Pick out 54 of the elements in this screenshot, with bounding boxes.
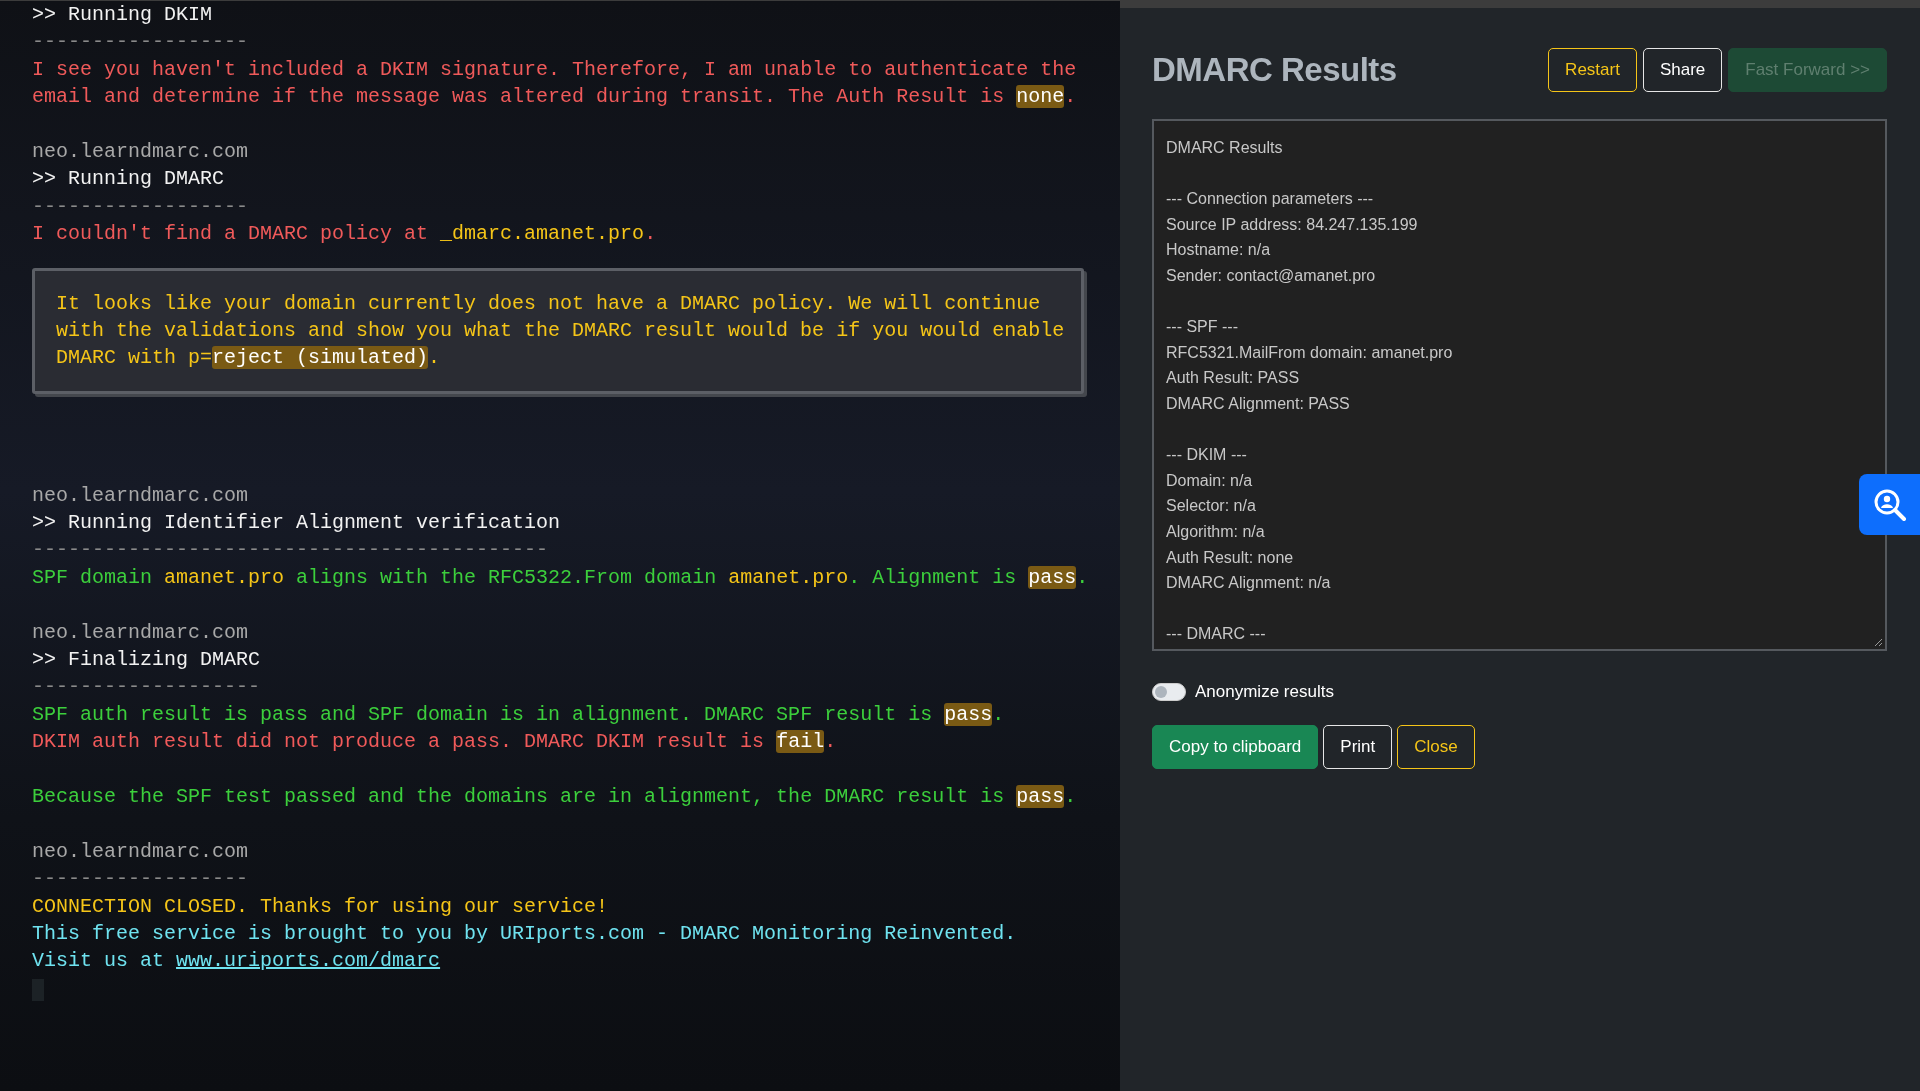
- textarea-line: --- SPF ---: [1166, 317, 1238, 338]
- terminal-line: neo.learndmarc.com: [32, 619, 249, 646]
- terminal-line: -------------------------------------------: [32, 537, 549, 564]
- terminal-line: SPF auth result is pass and SPF domain is in alignment. DMARC SPF result is pass.: [32, 701, 1005, 728]
- textarea-line: Hostname: n/a: [1166, 240, 1271, 261]
- textarea-line: DMARC Alignment: PASS: [1166, 393, 1350, 414]
- terminal-line: CONNECTION CLOSED. Thanks for using our service!: [32, 893, 609, 920]
- textarea-line: Selector: n/a: [1166, 496, 1256, 517]
- textarea-line: Algorithm: n/a: [1166, 521, 1265, 542]
- results-textarea[interactable]: [1152, 119, 1887, 651]
- terminal-line: I see you haven't included a DKIM signature. Therefore, I am unable to authenticate the: [32, 56, 1077, 83]
- terminal-line: >> Running DMARC: [32, 166, 225, 193]
- terminal-line: -------------------: [32, 674, 261, 701]
- terminal-line: This free service is brought to you by URIports.com - DMARC Monitoring Reinvented.: [32, 920, 1017, 947]
- resize-grip-icon[interactable]: [1874, 638, 1883, 647]
- terminal-line: neo.learndmarc.com: [32, 838, 249, 865]
- toggle-label: Anonymize results: [1195, 681, 1334, 703]
- terminal-line: neo.learndmarc.com: [32, 138, 249, 165]
- terminal-line: ------------------: [32, 29, 249, 56]
- terminal-line: with the validations and show you what the DMARC result would be if you would enable: [56, 317, 1065, 344]
- terminal-line: ------------------: [32, 193, 249, 220]
- action-button[interactable]: Print: [1323, 724, 1393, 769]
- terminal-line: It looks like your domain currently does not have a DMARC policy. We will continue: [56, 290, 1041, 317]
- textarea-line: --- DKIM ---: [1166, 445, 1247, 466]
- action-button[interactable]: Close: [1397, 724, 1475, 769]
- action-button[interactable]: Restart: [1548, 47, 1637, 92]
- terminal-line: I couldn't find a DMARC policy at _dmarc.amanet.pro.: [32, 221, 657, 248]
- textarea-line: Auth Result: PASS: [1166, 368, 1300, 389]
- textarea-line: Domain: n/a: [1166, 470, 1253, 491]
- search-person-icon: [1872, 487, 1907, 522]
- toggle-switch[interactable]: [1152, 682, 1186, 701]
- textarea-line: --- DMARC ---: [1166, 624, 1266, 645]
- terminal-line: >> Running DKIM: [32, 2, 213, 28]
- terminal-line: DKIM auth result did not produce a pass. DMARC DKIM result is fail.: [32, 729, 837, 756]
- search-person-button[interactable]: [1859, 474, 1920, 535]
- textarea-line: Auth Result: none: [1166, 547, 1294, 568]
- terminal-line: Because the SPF test passed and the domains are in alignment, the DMARC result is pass.: [32, 783, 1077, 810]
- textarea-line: DMARC Alignment: n/a: [1166, 573, 1331, 594]
- textarea-line: Source IP address: 84.247.135.199: [1166, 214, 1418, 235]
- page-title: DMARC Results: [1152, 49, 1397, 90]
- website-link[interactable]: www.uriports.com/dmarc: [176, 949, 441, 973]
- terminal-line: Visit us at www.uriports.com/dmarc: [32, 948, 441, 975]
- textarea-line: --- Connection parameters ---: [1166, 189, 1374, 210]
- terminal-line: >> Finalizing DMARC: [32, 647, 261, 674]
- terminal-line: SPF domain amanet.pro aligns with the RFC5322.From domain amanet.pro. Alignment is pass.: [32, 564, 1089, 591]
- textarea-line: DMARC Results: [1166, 138, 1283, 158]
- terminal-line: email and determine if the message was altered during transit. The Auth Result is none.: [32, 84, 1077, 111]
- terminal-line: >> Running Identifier Alignment verification: [32, 510, 561, 537]
- textarea-line: Sender: contact@amanet.pro: [1166, 265, 1376, 286]
- action-button[interactable]: Copy to clipboard: [1152, 724, 1319, 769]
- textarea-line: RFC5321.MailFrom domain: amanet.pro: [1166, 342, 1453, 363]
- action-button[interactable]: Share: [1642, 47, 1723, 92]
- terminal-line: ------------------: [32, 866, 249, 893]
- terminal-line: neo.learndmarc.com: [32, 482, 249, 509]
